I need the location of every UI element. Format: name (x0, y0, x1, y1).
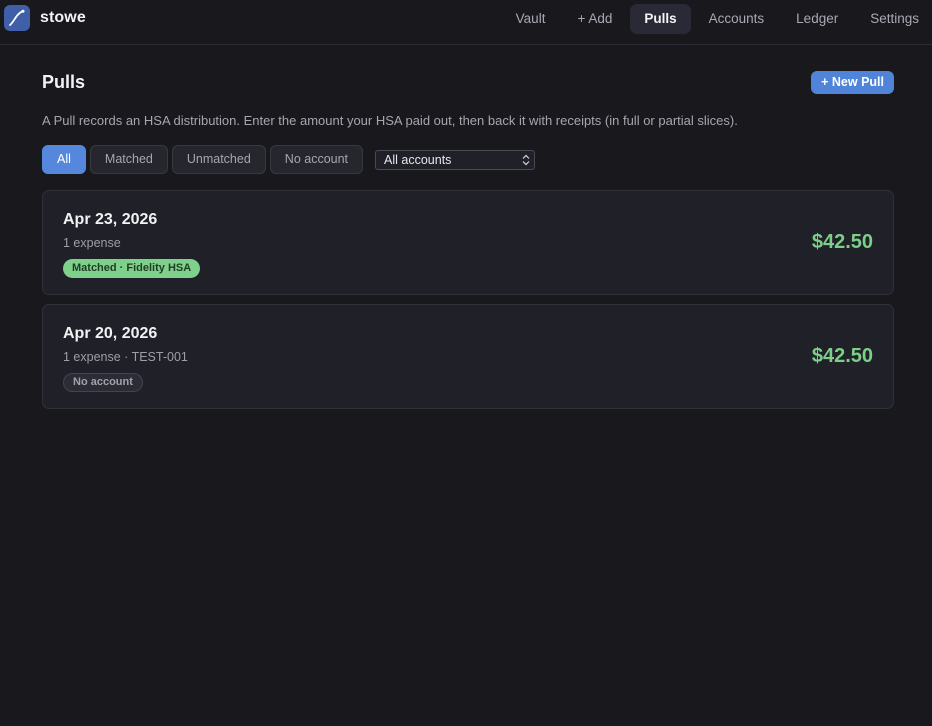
pull-amount: $42.50 (811, 231, 873, 253)
nav-item-vault[interactable]: Vault (502, 4, 560, 34)
main-nav: Vault + Add Pulls Accounts Ledger Settin… (498, 4, 932, 34)
pull-date: Apr 23, 2026 (63, 211, 158, 228)
top-navigation-bar: stowe Vault + Add Pulls Accounts Ledger … (0, 0, 932, 45)
app-name: stowe (40, 9, 86, 26)
filter-matched[interactable]: Matched (89, 145, 168, 174)
stowe-logo-icon (4, 5, 30, 31)
filter-unmatched[interactable]: Unmatched (171, 145, 266, 174)
status-badge: Matched · Fidelity HSA (63, 259, 201, 278)
select-arrows-icon (522, 154, 530, 165)
pull-card[interactable]: Apr 20, 2026 1 expense · TEST-001 No acc… (42, 304, 894, 409)
page-title: Pulls (42, 72, 86, 92)
filter-all[interactable]: All (42, 145, 86, 174)
pull-date: Apr 20, 2026 (63, 325, 158, 342)
status-badge: No account (63, 373, 143, 392)
account-select[interactable]: All accounts (375, 149, 536, 170)
filter-bar: All Matched Unmatched No account All acc… (42, 145, 536, 174)
nav-item-pulls[interactable]: Pulls (630, 4, 691, 34)
pull-details: 1 expense · TEST-001 (63, 350, 188, 364)
account-select-value: All accounts (384, 152, 452, 167)
nav-item-add[interactable]: + Add (563, 4, 626, 34)
pull-details: 1 expense (63, 236, 121, 250)
nav-item-accounts[interactable]: Accounts (695, 4, 779, 34)
nav-item-settings[interactable]: Settings (856, 4, 932, 34)
brand[interactable]: stowe (4, 5, 86, 31)
pull-amount: $42.50 (811, 345, 873, 367)
new-pull-button[interactable]: + New Pull (811, 71, 894, 94)
page-description: A Pull records an HSA distribution. Ente… (42, 113, 738, 128)
pull-card[interactable]: Apr 23, 2026 1 expense Matched · Fidelit… (42, 190, 894, 295)
filter-no-account[interactable]: No account (269, 145, 364, 174)
nav-item-ledger[interactable]: Ledger (782, 4, 852, 34)
